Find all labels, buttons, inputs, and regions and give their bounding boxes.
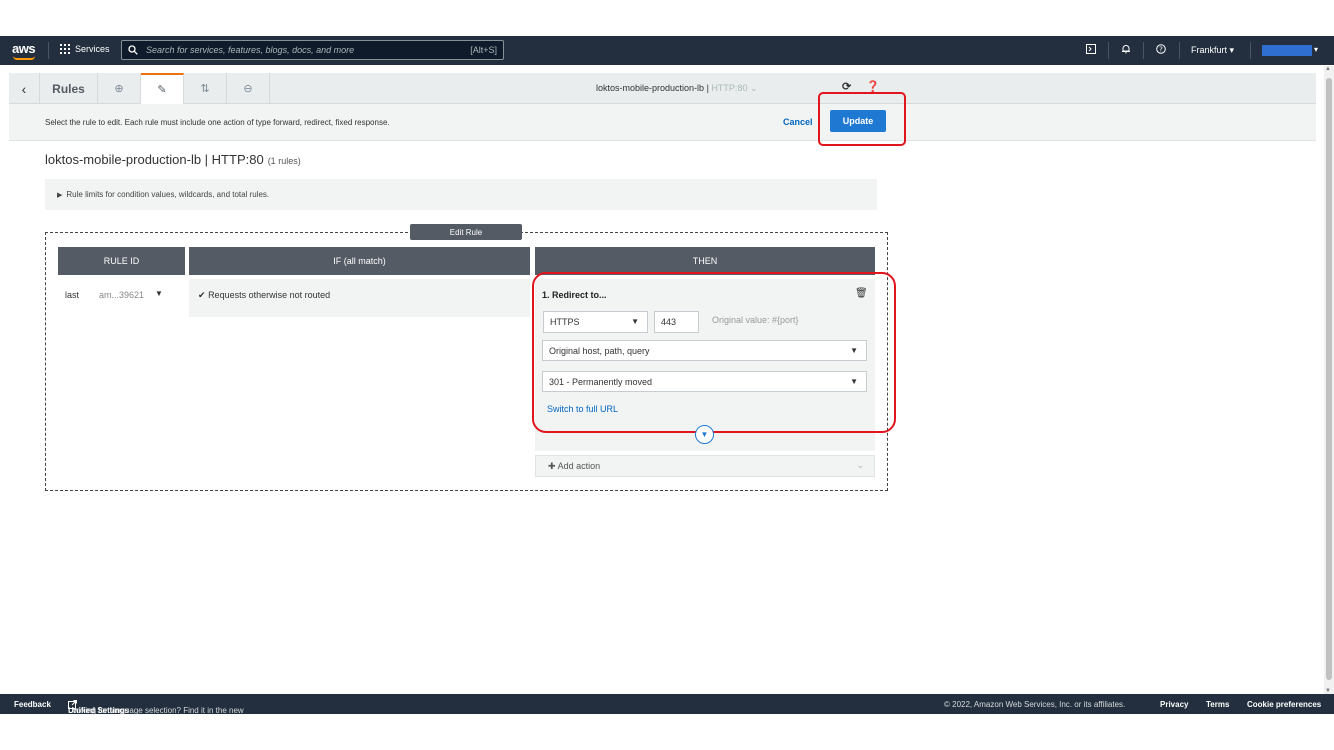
services-menu-button[interactable]: Services [60,44,110,54]
condition-text: Requests otherwise not routed [208,290,331,300]
add-action-label: Add action [557,461,601,471]
page-title: loktos-mobile-production-lb | HTTP:80 (1 … [45,152,301,167]
privacy-link[interactable]: Privacy [1160,700,1188,709]
copyright-text: © 2022, Amazon Web Services, Inc. or its… [944,700,1126,709]
header-if: IF (all match) [189,247,530,275]
language-notice: Looking for language selection? Find it … [68,700,244,715]
terms-link[interactable]: Terms [1206,700,1229,709]
tab-rules[interactable]: Rules [40,73,98,104]
condition-cell[interactable]: ✔ Requests otherwise not routed [189,279,530,317]
grid-icon [60,44,70,54]
chevron-down-icon: ⌄ [856,460,864,470]
edit-rule-label: Edit Rule [410,224,522,240]
unified-settings-link[interactable]: Unified Settings [68,706,129,715]
highlight-redirect-action [532,272,896,433]
listener-title: loktos-mobile-production-lb | HTTP:80 ⌄ [596,83,758,93]
delete-rule-icon[interactable]: ⊖ [227,73,270,104]
reorder-rules-icon[interactable]: ⇅ [184,73,227,104]
feedback-link[interactable]: Feedback [14,700,51,709]
page-scrollbar[interactable]: ▲ ▼ [1324,66,1334,694]
edit-rule-icon[interactable]: ✎ [141,73,184,104]
services-label: Services [75,44,110,54]
search-shortcut: [Alt+S] [470,45,497,55]
caret-right-icon: ▶ [57,192,63,199]
account-menu-redacted[interactable] [1262,45,1312,56]
browser-viewport: aws Services Search for services, featur… [0,36,1334,715]
header-then: THEN [535,247,875,275]
scroll-thumb[interactable] [1326,78,1332,680]
back-button[interactable]: ‹ [9,73,40,104]
help-icon[interactable]: ? [1156,44,1166,57]
add-rule-icon[interactable]: ⊕ [98,73,141,104]
check-icon: ✔ [198,290,206,300]
search-placeholder: Search for services, features, blogs, do… [146,45,355,55]
header-rule-id: RULE ID [58,247,185,275]
collapse-circle-icon[interactable]: ▼ [695,425,714,444]
rule-id[interactable]: am...39621 [99,290,144,300]
search-input[interactable]: Search for services, features, blogs, do… [121,40,504,60]
rule-id-caret-icon[interactable]: ▼ [155,289,163,298]
region-selector[interactable]: Frankfurt ▾ [1191,45,1234,56]
account-caret-icon: ▾ [1314,45,1319,54]
cloudshell-icon[interactable] [1086,44,1096,57]
edit-info-bar: Select the rule to edit. Each rule must … [9,104,1316,141]
console-footer: Feedback Looking for language selection?… [0,694,1334,715]
edit-instructions: Select the rule to edit. Each rule must … [45,118,390,127]
search-icon [128,45,138,55]
highlight-update [818,92,906,146]
cookie-preferences-link[interactable]: Cookie preferences [1247,700,1321,709]
plus-icon: ✚ [548,461,556,471]
aws-top-nav: aws Services Search for services, featur… [0,36,1334,65]
bell-icon[interactable] [1121,44,1131,57]
scroll-up-icon[interactable]: ▲ [1325,66,1331,72]
svg-text:?: ? [1159,46,1163,54]
cancel-button[interactable]: Cancel [783,117,813,127]
rules-toolbar: ‹ Rules ⊕ ✎ ⇅ ⊖ loktos-mobile-production… [9,73,1316,104]
rule-limits-expander[interactable]: ▶ Rule limits for condition values, wildc… [45,179,877,210]
add-action-button[interactable]: ✚ Add action ⌄ [535,455,875,477]
rule-name: last [65,290,80,300]
aws-logo[interactable]: aws [12,41,36,60]
